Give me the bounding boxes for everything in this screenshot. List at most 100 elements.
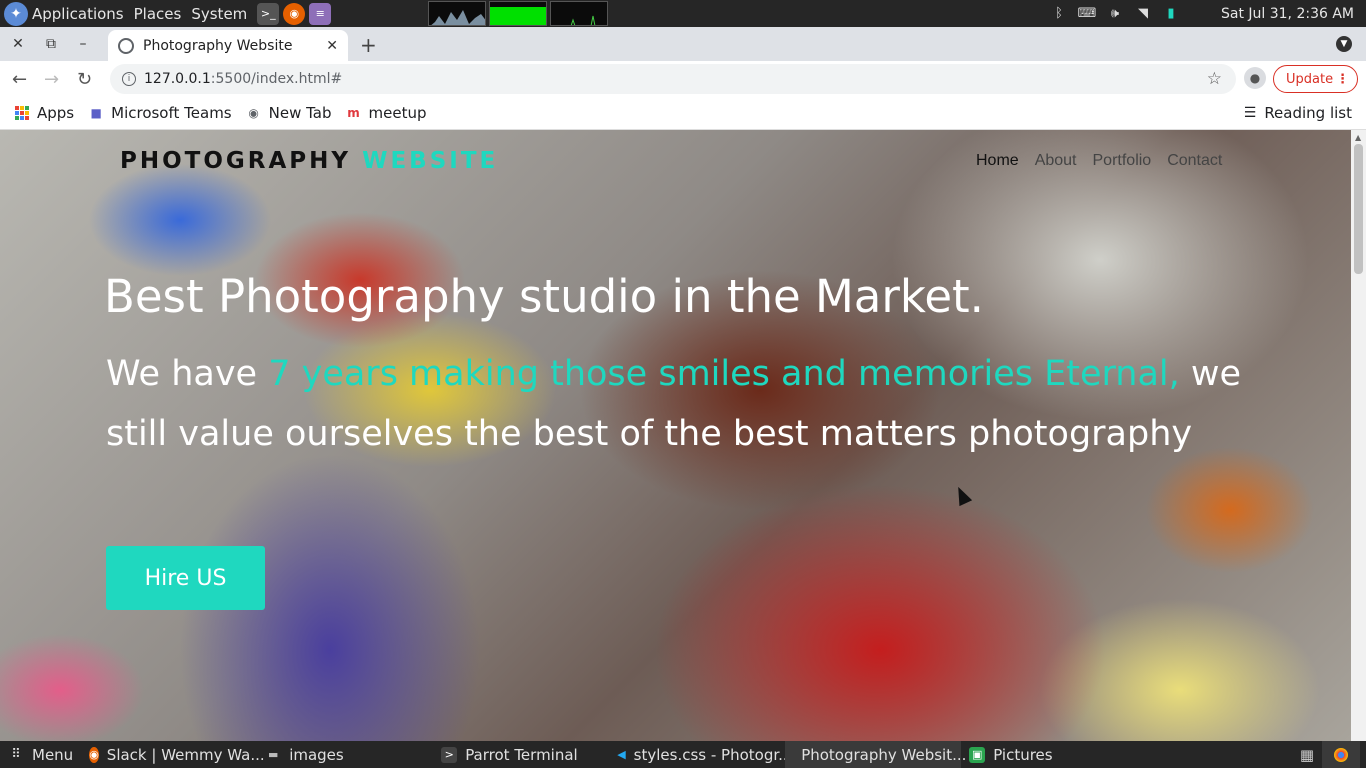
applications-menu[interactable]: ✦ Applications bbox=[0, 0, 130, 27]
bluetooth-icon[interactable]: ᛒ bbox=[1051, 6, 1067, 22]
bookmark-star-icon[interactable]: ☆ bbox=[1207, 69, 1222, 89]
brand-main: PHOTOGRAPHY bbox=[120, 148, 352, 174]
task-pictures[interactable]: ▣ Pictures bbox=[961, 741, 1111, 768]
chrome-tray-icon[interactable] bbox=[1322, 741, 1360, 768]
battery-icon[interactable]: ▮ bbox=[1163, 6, 1179, 22]
network-monitor-graph bbox=[550, 1, 608, 26]
browser-chrome: ✕ ⧉ – Photography Website ✕ + ▼ ← → ↻ i … bbox=[0, 27, 1366, 130]
forward-icon[interactable]: → bbox=[44, 69, 59, 90]
firefox-icon: ◉ bbox=[89, 746, 99, 763]
memory-monitor-graph bbox=[489, 1, 547, 26]
bookmark-label: Microsoft Teams bbox=[111, 104, 232, 122]
site-nav: Home About Portfolio Contact bbox=[976, 152, 1222, 170]
system-tray: ᛒ ⌨ 🕪 ◥ ▮ Sat Jul 31, 2:36 AM bbox=[1051, 0, 1366, 27]
terminal-icon: > bbox=[441, 746, 458, 763]
clock[interactable]: Sat Jul 31, 2:36 AM bbox=[1221, 6, 1354, 22]
reload-icon[interactable]: ↻ bbox=[77, 69, 92, 90]
hero-sub-highlight: 7 years making those smiles and memories… bbox=[268, 354, 1180, 394]
task-slack[interactable]: ◉ Slack | Wemmy Wa... bbox=[81, 741, 265, 768]
bookmark-meetup[interactable]: m meetup bbox=[346, 104, 427, 122]
bookmark-label: Apps bbox=[37, 104, 75, 122]
tab-photography-website[interactable]: Photography Website ✕ bbox=[108, 30, 348, 61]
hero-subtitle: We have 7 years making those smiles and … bbox=[106, 344, 1266, 464]
reading-list-label: Reading list bbox=[1264, 104, 1352, 122]
task-chrome-active[interactable]: Photography Websit... bbox=[785, 741, 966, 768]
bookmark-new-tab[interactable]: ◉ New Tab bbox=[246, 104, 331, 122]
bookmark-microsoft-teams[interactable]: ■ Microsoft Teams bbox=[88, 104, 232, 122]
hero-title: Best Photography studio in the Market. bbox=[104, 270, 984, 323]
scroll-up-icon[interactable]: ▲ bbox=[1355, 133, 1361, 142]
apps-grid-icon bbox=[14, 105, 30, 121]
update-button[interactable]: Update ⋮ bbox=[1273, 65, 1358, 93]
text-editor-launcher-icon[interactable]: ≡ bbox=[309, 2, 332, 25]
more-menu-icon[interactable]: ⋮ bbox=[1336, 72, 1349, 87]
scroll-thumb[interactable] bbox=[1354, 144, 1363, 274]
reading-list-button[interactable]: ☰ Reading list bbox=[1244, 104, 1352, 122]
task-terminal[interactable]: > Parrot Terminal bbox=[433, 741, 609, 768]
taskbar: ⠿ Menu ◉ Slack | Wemmy Wa... ▬ images > … bbox=[0, 741, 1366, 768]
window-restore-icon[interactable]: ⧉ bbox=[42, 35, 60, 53]
task-vscode[interactable]: ◀ styles.css - Photogr... bbox=[609, 741, 792, 768]
task-label: styles.css - Photogr... bbox=[633, 745, 793, 764]
tab-strip: ✕ ⧉ – Photography Website ✕ + ▼ bbox=[0, 27, 1366, 61]
url-path: :5500/index.html# bbox=[210, 71, 343, 87]
site-info-icon[interactable]: i bbox=[122, 72, 136, 86]
back-icon[interactable]: ← bbox=[12, 69, 27, 90]
brand-accent: WEBSITE bbox=[362, 148, 499, 174]
task-label: Parrot Terminal bbox=[465, 745, 578, 764]
meetup-icon: m bbox=[347, 106, 360, 120]
browser-toolbar: ← → ↻ i 127.0.0.1:5500/index.html# ☆ ● U… bbox=[0, 61, 1366, 97]
menu-grid-icon: ⠿ bbox=[11, 747, 21, 762]
hire-us-button[interactable]: Hire US bbox=[106, 546, 265, 610]
keyboard-icon[interactable]: ⌨ bbox=[1078, 6, 1097, 22]
site-brand[interactable]: PHOTOGRAPHY WEBSITE bbox=[120, 148, 498, 174]
taskbar-menu-label: Menu bbox=[32, 745, 74, 764]
image-viewer-icon: ▣ bbox=[969, 746, 986, 763]
volume-icon[interactable]: 🕪 bbox=[1107, 6, 1123, 22]
system-top-panel: ✦ Applications Places System >_ ◉ ≡ ᛒ ⌨ … bbox=[0, 0, 1366, 27]
task-label: Slack | Wemmy Wa... bbox=[106, 745, 265, 764]
system-menu[interactable]: System bbox=[187, 0, 253, 27]
new-tab-icon[interactable]: + bbox=[360, 33, 377, 57]
task-label: images bbox=[289, 745, 344, 764]
profile-avatar-icon[interactable]: ● bbox=[1244, 67, 1266, 89]
nav-contact[interactable]: Contact bbox=[1167, 152, 1222, 170]
window-close-icon[interactable]: ✕ bbox=[9, 35, 27, 53]
taskbar-right: ▦ bbox=[1300, 741, 1366, 768]
page-scrollbar[interactable]: ▲ bbox=[1351, 130, 1366, 741]
taskbar-menu-button[interactable]: ⠿ Menu bbox=[0, 741, 81, 768]
tab-globe-icon bbox=[118, 37, 134, 54]
tab-close-icon[interactable]: ✕ bbox=[326, 38, 338, 54]
task-label: Photography Websit... bbox=[801, 745, 967, 764]
terminal-launcher-icon[interactable]: >_ bbox=[257, 2, 280, 25]
reading-list-icon: ☰ bbox=[1243, 105, 1257, 121]
task-label: Pictures bbox=[993, 745, 1053, 764]
teams-icon: ■ bbox=[90, 106, 102, 120]
hero-sub-pre: We have bbox=[106, 354, 269, 394]
vscode-icon: ◀ bbox=[617, 748, 626, 761]
wifi-icon[interactable]: ◥ bbox=[1135, 6, 1151, 22]
bookmark-apps[interactable]: Apps bbox=[14, 104, 74, 122]
nav-about[interactable]: About bbox=[1035, 152, 1077, 170]
places-label: Places bbox=[133, 4, 182, 23]
system-monitor bbox=[428, 1, 608, 26]
update-label: Update bbox=[1286, 71, 1334, 87]
nav-portfolio[interactable]: Portfolio bbox=[1093, 152, 1152, 170]
workspace-switcher-icon[interactable]: ▦ bbox=[1300, 746, 1314, 764]
tab-search-icon[interactable]: ▼ bbox=[1336, 36, 1352, 52]
system-label: System bbox=[191, 4, 248, 23]
places-menu[interactable]: Places bbox=[130, 0, 188, 27]
bookmarks-bar: Apps ■ Microsoft Teams ◉ New Tab m meetu… bbox=[0, 97, 1366, 130]
mouse-pointer-icon bbox=[951, 483, 973, 507]
folder-icon: ▬ bbox=[267, 748, 279, 761]
applications-label: Applications bbox=[32, 4, 124, 23]
firefox-launcher-icon[interactable]: ◉ bbox=[283, 2, 306, 25]
nav-home[interactable]: Home bbox=[976, 152, 1019, 170]
bookmark-label: meetup bbox=[368, 104, 427, 122]
task-images[interactable]: ▬ images bbox=[257, 741, 433, 768]
url-host: 127.0.0.1 bbox=[144, 71, 211, 87]
cpu-monitor-graph bbox=[428, 1, 486, 26]
address-bar[interactable]: i 127.0.0.1:5500/index.html# ☆ bbox=[110, 64, 1236, 94]
tab-title: Photography Website bbox=[143, 37, 293, 54]
window-minimize-icon[interactable]: – bbox=[74, 35, 92, 53]
